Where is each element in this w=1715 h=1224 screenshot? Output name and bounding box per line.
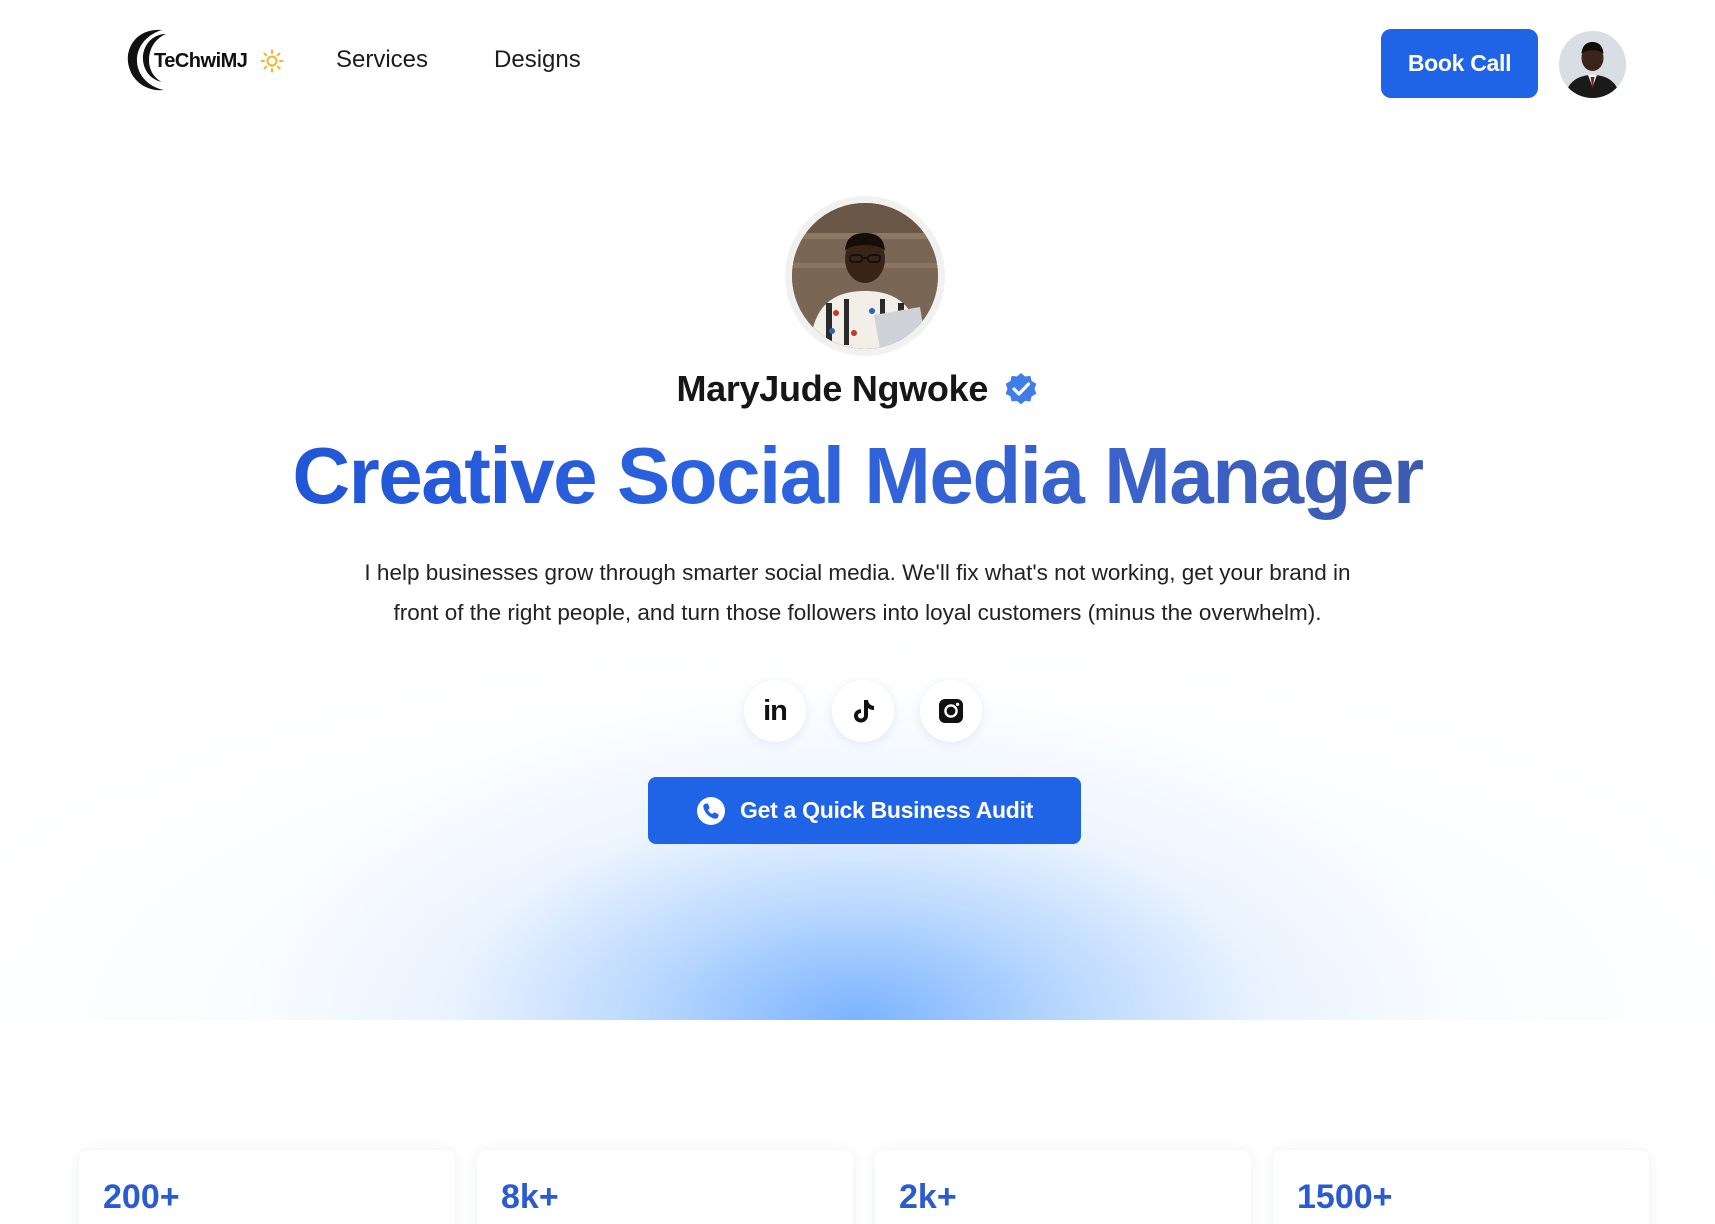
business-audit-button[interactable]: Get a Quick Business Audit	[648, 777, 1081, 844]
header-avatar[interactable]	[1559, 31, 1626, 98]
social-links: in	[744, 680, 982, 742]
site-header: TeChwiMJ Services Designs Book Call	[0, 0, 1715, 128]
profile-name-row: MaryJude Ngwoke	[0, 368, 1715, 410]
linkedin-icon: in	[763, 694, 788, 727]
nav-link-designs[interactable]: Designs	[494, 46, 581, 74]
hero-intro-line-1: I help businesses grow through smarter s…	[364, 560, 1351, 585]
profile-name: MaryJude Ngwoke	[676, 368, 989, 409]
stats-row: 200+ 8k+ 2k+ 1500+	[79, 1150, 1649, 1224]
instagram-icon	[939, 699, 963, 723]
profile-photo	[785, 196, 945, 356]
hero-headline: Creative Social Media Manager	[0, 430, 1715, 522]
stat-card: 8k+	[477, 1150, 853, 1224]
hero-intro: I help businesses grow through smarter s…	[300, 553, 1415, 633]
stat-card: 200+	[79, 1150, 455, 1224]
stat-card: 2k+	[875, 1150, 1251, 1224]
main-nav: Services Designs	[336, 46, 581, 74]
stat-value: 200+	[103, 1178, 180, 1216]
tiktok-link[interactable]	[832, 680, 894, 742]
stat-value: 2k+	[899, 1178, 957, 1216]
phone-icon	[697, 796, 725, 825]
profile-portrait-image	[792, 203, 938, 349]
nav-link-services[interactable]: Services	[336, 46, 428, 74]
page: TeChwiMJ Services Designs Book Call Mary…	[0, 0, 1715, 1224]
linkedin-link[interactable]: in	[744, 680, 806, 742]
user-avatar-icon	[1559, 31, 1626, 98]
hero-intro-line-2: front of the right people, and turn thos…	[393, 600, 1322, 625]
logo-wordmark: TeChwiMJ	[154, 50, 248, 72]
tiktok-icon	[854, 700, 874, 723]
hero-headline-text: Creative Social Media Manager	[292, 431, 1424, 520]
verified-badge-icon	[1005, 373, 1036, 405]
book-call-button[interactable]: Book Call	[1381, 29, 1538, 98]
brand-logo[interactable]: TeChwiMJ	[122, 22, 292, 98]
stat-card: 1500+	[1273, 1150, 1649, 1224]
business-audit-label: Get a Quick Business Audit	[740, 797, 1033, 823]
sun-icon	[260, 49, 284, 73]
stat-value: 8k+	[501, 1178, 559, 1216]
stat-value: 1500+	[1297, 1178, 1393, 1216]
instagram-link[interactable]	[920, 680, 982, 742]
